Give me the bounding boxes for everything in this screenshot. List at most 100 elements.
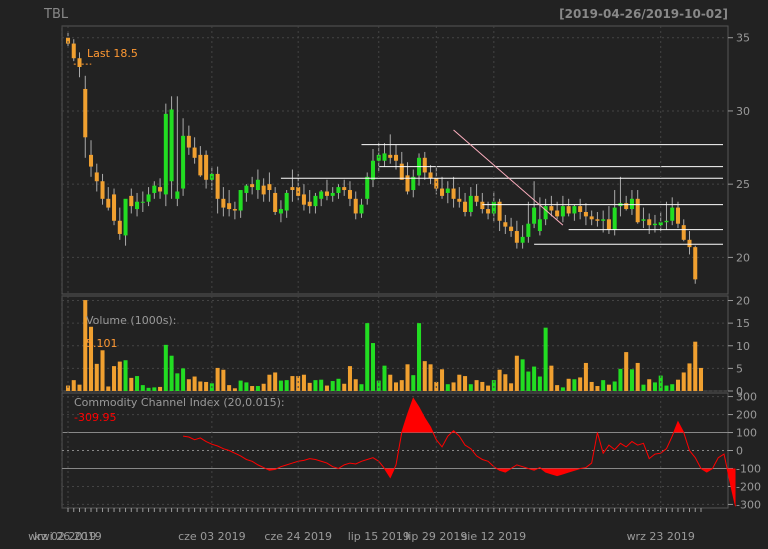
candle-body: [647, 219, 652, 226]
candle-body: [347, 190, 352, 199]
volume-bar: [250, 386, 255, 391]
candle-body: [411, 176, 416, 191]
candle-body: [474, 195, 479, 202]
candle-body: [261, 185, 266, 195]
volume-bar: [428, 364, 433, 391]
candle-body: [555, 210, 560, 217]
x-tick-label: wrz 23 2019: [627, 530, 695, 543]
volume-bar: [693, 341, 698, 391]
volume-ytick-label: 20: [736, 295, 750, 308]
candle-body: [422, 157, 427, 173]
volume-bar: [244, 382, 249, 391]
volume-bar: [324, 385, 329, 391]
candle-body: [181, 135, 186, 189]
volume-bar: [267, 374, 272, 391]
candle-body: [428, 172, 433, 179]
candle-body: [169, 109, 174, 182]
candle-body: [278, 209, 283, 214]
ticker-title: TBL: [43, 7, 69, 22]
volume-ytick-label: 5: [736, 362, 743, 375]
volume-bar: [296, 376, 301, 391]
volume-bar: [106, 386, 111, 391]
chart-background: [0, 0, 768, 549]
candle-body: [135, 201, 140, 210]
candle-body: [583, 211, 588, 217]
candle-body: [192, 147, 197, 158]
volume-bar: [94, 363, 99, 391]
volume-bar: [440, 369, 445, 391]
volume-bar: [175, 373, 180, 391]
stock-chart: TBL [2019-04-26/2019-10-02] 20 25 30 35 Last…: [0, 0, 768, 549]
candle-body: [486, 209, 491, 214]
candle-body: [578, 206, 583, 212]
candle-body: [509, 226, 514, 232]
price-ytick-label: 25: [736, 178, 750, 191]
volume-bar: [365, 323, 370, 391]
volume-bar: [417, 323, 422, 391]
volume-bar: [486, 385, 491, 391]
cci-last-label: -309.95: [74, 411, 116, 424]
volume-title: Volume (1000s):: [86, 314, 176, 327]
volume-bar: [140, 385, 145, 391]
candle-body: [440, 188, 445, 196]
cci-ytick-label: -100: [736, 462, 761, 475]
candle-body: [77, 58, 82, 68]
candle-body: [250, 184, 255, 188]
candle-body: [681, 225, 686, 240]
volume-bar: [181, 368, 186, 391]
volume-bar: [158, 386, 163, 391]
candle-body: [652, 223, 657, 226]
volume-bar: [543, 327, 548, 391]
candle-body: [204, 154, 209, 180]
candle-body: [463, 201, 468, 212]
volume-bar: [601, 380, 606, 391]
volume-bar: [71, 380, 76, 391]
x-tick-label: lip 15 2019: [348, 530, 410, 543]
volume-bar: [353, 379, 358, 391]
volume-bar: [624, 352, 629, 391]
volume-bar: [100, 350, 105, 391]
date-range: [2019-04-26/2019-10-02]: [559, 7, 728, 21]
volume-bar: [221, 369, 226, 391]
candle-body: [365, 176, 370, 199]
x-tick-label: cze 24 2019: [264, 530, 332, 543]
volume-bar: [445, 384, 450, 391]
candle-body: [635, 198, 640, 223]
volume-bar: [652, 382, 657, 391]
candle-body: [687, 239, 692, 248]
volume-bar: [681, 372, 686, 391]
candle-body: [601, 219, 606, 221]
candle-body: [117, 220, 122, 234]
candle-body: [560, 206, 565, 217]
volume-bar: [192, 376, 197, 391]
candle-body: [388, 154, 393, 158]
candle-body: [307, 201, 312, 207]
candle-body: [503, 222, 508, 227]
candle-body: [83, 88, 88, 138]
volume-bar: [163, 344, 168, 391]
volume-bar: [405, 364, 410, 391]
volume-bar: [463, 376, 468, 391]
candle-body: [152, 185, 157, 193]
candle-body: [112, 194, 117, 221]
volume-bar: [112, 366, 117, 391]
candle-body: [624, 203, 629, 210]
volume-bar: [382, 365, 387, 391]
volume-bar: [572, 379, 577, 391]
volume-bar: [520, 359, 525, 391]
candle-body: [163, 113, 168, 195]
volume-bar: [526, 371, 531, 391]
candle-body: [405, 175, 410, 192]
volume-bar: [480, 381, 485, 391]
volume-bar: [255, 386, 260, 391]
volume-bar: [388, 374, 393, 391]
volume-bar: [457, 374, 462, 391]
volume-bar: [612, 381, 617, 391]
x-tick-label: lip 29 2019: [405, 530, 467, 543]
candle-body: [319, 191, 324, 199]
volume-bar: [169, 355, 174, 391]
volume-bar: [238, 380, 243, 391]
volume-bar: [664, 385, 669, 391]
volume-bar: [647, 379, 652, 391]
price-ytick-label: 20: [736, 251, 750, 264]
